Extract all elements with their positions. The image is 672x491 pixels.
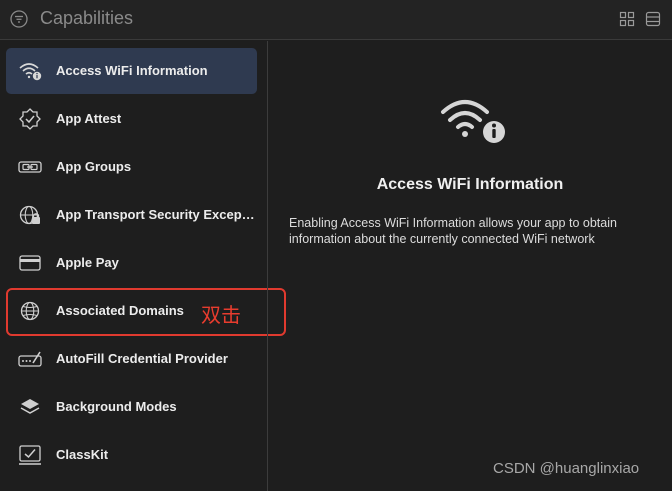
capability-label: App Transport Security Excepti...: [56, 207, 256, 222]
card-icon: [19, 255, 41, 271]
capability-detail-pane: Access WiFi Information Enabling Access …: [268, 41, 672, 491]
capability-item-app-groups[interactable]: App Groups: [6, 144, 257, 190]
checkbox-screen-icon: [19, 445, 41, 465]
capability-item-ats-exceptions[interactable]: App Transport Security Excepti...: [6, 192, 257, 238]
filter-icon[interactable]: [10, 10, 28, 28]
title-bar: Capabilities: [0, 0, 672, 40]
capability-item-background-modes[interactable]: Background Modes: [6, 384, 257, 430]
grid-icon[interactable]: [619, 11, 635, 27]
capability-item-autofill[interactable]: AutoFill Credential Provider: [6, 336, 257, 382]
annotation-text: 双击: [201, 303, 241, 327]
capability-item-access-wifi[interactable]: Access WiFi Information: [6, 48, 257, 94]
annotation-highlight-box: [6, 288, 286, 336]
detail-description: Enabling Access WiFi Information allows …: [289, 216, 617, 246]
panel-title[interactable]: Capabilities: [40, 8, 133, 29]
capability-label: Background Modes: [56, 399, 177, 414]
wifi-info-icon: [19, 63, 42, 81]
capability-item-classkit[interactable]: ClassKit: [6, 432, 257, 478]
capability-label: Apple Pay: [56, 255, 119, 270]
capability-label: App Groups: [56, 159, 132, 174]
capability-label: Access WiFi Information: [56, 63, 208, 78]
wifi-info-icon: [441, 100, 505, 143]
capability-item-app-attest[interactable]: App Attest: [6, 96, 257, 142]
list-icon[interactable]: [645, 11, 661, 27]
capability-label: App Attest: [56, 111, 122, 126]
watermark: CSDN @huanglinxiao: [493, 460, 640, 477]
app-groups-icon: [18, 161, 42, 173]
layers-icon: [20, 399, 40, 414]
password-field-icon: [18, 351, 42, 367]
attest-badge-icon: [19, 108, 41, 130]
capabilities-sidebar: Access WiFi Information App Attest App G…: [0, 41, 267, 491]
detail-title: Access WiFi Information: [376, 176, 564, 193]
capability-item-apple-pay[interactable]: Apple Pay: [6, 240, 257, 286]
capability-label: AutoFill Credential Provider: [56, 351, 228, 366]
globe-lock-icon: [19, 205, 40, 225]
capability-label: ClassKit: [56, 447, 109, 462]
